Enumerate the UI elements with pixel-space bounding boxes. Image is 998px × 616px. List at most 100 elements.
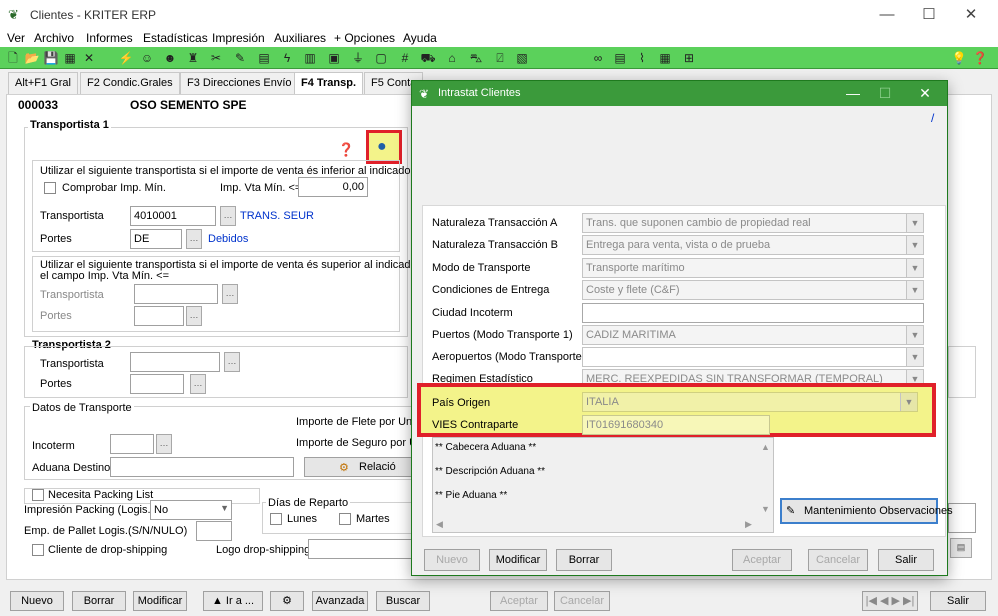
comprobar-checkbox[interactable]: [44, 182, 56, 194]
new-document-icon[interactable]: 🗋: [5, 50, 21, 66]
calculator-icon[interactable]: ▤: [256, 50, 272, 66]
menu-auxiliares[interactable]: Auxiliares: [274, 31, 326, 45]
tab-general[interactable]: Alt+F1 Gral: [8, 72, 78, 94]
lightning-icon[interactable]: ϟ: [279, 50, 295, 66]
folder-button[interactable]: ▤: [950, 538, 972, 558]
dialog-borrar-button[interactable]: Borrar: [556, 549, 612, 571]
scroll-right-icon[interactable]: ▶: [745, 519, 752, 530]
calendar-icon[interactable]: ▦: [657, 50, 673, 66]
nuevo-button[interactable]: Nuevo: [10, 591, 64, 611]
ciudad-incoterm-input[interactable]: [582, 303, 924, 323]
globe-button[interactable]: ●: [366, 130, 402, 164]
aeropuertos-select[interactable]: ▼: [582, 347, 924, 367]
t2-transportista-input[interactable]: [130, 352, 220, 372]
menu-ver[interactable]: Ver: [7, 31, 25, 45]
attach-icon[interactable]: ⍁: [492, 50, 508, 66]
document-icon[interactable]: ▢: [373, 50, 389, 66]
number-123-icon[interactable]: #: [397, 50, 413, 66]
stamp-icon[interactable]: ✎: [232, 50, 248, 66]
modificar-button[interactable]: Modificar: [133, 591, 187, 611]
imp-vta-input[interactable]: 0,00: [298, 177, 368, 197]
person-icon[interactable]: ☺: [139, 50, 155, 66]
aduana-memo[interactable]: ** Cabecera Aduana ** ** Descripción Adu…: [432, 437, 774, 533]
menu-impresion[interactable]: Impresión: [212, 31, 265, 45]
dialog-maximize-button[interactable]: ☐: [870, 83, 900, 103]
transportista-sup-input[interactable]: [134, 284, 218, 304]
cancelar-button[interactable]: Cancelar: [554, 591, 610, 611]
glasses-icon[interactable]: ∞: [590, 50, 606, 66]
dialog-aceptar-button[interactable]: Aceptar: [732, 549, 792, 571]
menu-opciones[interactable]: + Opciones: [334, 31, 395, 45]
menu-estadisticas[interactable]: Estadísticas: [143, 31, 208, 45]
scroll-down-icon[interactable]: ▼: [761, 504, 770, 514]
mantenimiento-button[interactable]: ✎ Mantenimiento Observaciones: [780, 498, 953, 524]
martes-checkbox[interactable]: [339, 513, 351, 525]
relacion-button[interactable]: ⚙ Relació: [304, 457, 412, 477]
t2-portes-input[interactable]: [130, 374, 184, 394]
briefcase-icon[interactable]: ▣: [326, 50, 342, 66]
pais-origen-select[interactable]: ITALIA ▼: [582, 392, 918, 412]
salir-button[interactable]: Salir: [930, 591, 986, 611]
help-icon[interactable]: ❓: [972, 50, 988, 66]
dialog-minimize-button[interactable]: —: [838, 83, 868, 103]
borrar-button[interactable]: Borrar: [72, 591, 126, 611]
close-button[interactable]: ✕: [956, 4, 986, 26]
dropship-checkbox[interactable]: [32, 544, 44, 556]
impresion-packing-select[interactable]: No ▼: [150, 500, 232, 520]
t2-portes-lookup-button[interactable]: …: [190, 374, 206, 394]
help-red-icon[interactable]: ❓: [338, 142, 354, 158]
house-icon[interactable]: ⌂: [444, 50, 460, 66]
menu-informes[interactable]: Informes: [86, 31, 133, 45]
dialog-nuevo-button[interactable]: Nuevo: [424, 549, 480, 571]
save-disk-icon[interactable]: 💾: [43, 50, 59, 66]
tab-transporte[interactable]: F4 Transp.: [294, 72, 364, 94]
avanzada-button[interactable]: Avanzada: [312, 591, 368, 611]
lunes-checkbox[interactable]: [270, 513, 282, 525]
report-icon[interactable]: ▧: [514, 50, 530, 66]
necesita-packing-checkbox[interactable]: [32, 489, 44, 501]
dialog-salir-button[interactable]: Salir: [878, 549, 934, 571]
tab-direcciones[interactable]: F3 Direcciones Envío: [180, 72, 299, 94]
users-icon[interactable]: ♜: [185, 50, 201, 66]
portes-lookup-button[interactable]: …: [186, 229, 202, 249]
delete-x-icon[interactable]: ✕: [81, 50, 97, 66]
record-navigator[interactable]: |◀ ◀ ▶ ▶|: [862, 591, 918, 611]
vies-input[interactable]: IT01691680340: [582, 415, 770, 435]
puertos-select[interactable]: CADIZ MARITIMA ▼: [582, 325, 924, 345]
naturaleza-a-select[interactable]: Trans. que suponen cambio de propiedad r…: [582, 213, 924, 233]
logo-dropship-input[interactable]: [308, 539, 412, 559]
menu-archivo[interactable]: Archivo: [34, 31, 74, 45]
network-icon[interactable]: ⚡: [118, 50, 134, 66]
buscar-button[interactable]: Buscar: [376, 591, 430, 611]
tools-icon[interactable]: ✂: [208, 50, 224, 66]
portes-input[interactable]: DE: [130, 229, 182, 249]
maximize-button[interactable]: ☐: [914, 4, 944, 26]
aceptar-button[interactable]: Aceptar: [490, 591, 548, 611]
transportista-sup-lookup-button[interactable]: …: [222, 284, 238, 304]
transportista-lookup-button[interactable]: …: [220, 206, 236, 226]
scroll-up-icon[interactable]: ▲: [761, 442, 770, 452]
condiciones-entrega-select[interactable]: Coste y flete (C&F) ▼: [582, 280, 924, 300]
dialog-close-button[interactable]: ✕: [910, 83, 940, 103]
plug-icon[interactable]: ⏚: [350, 50, 366, 66]
naturaleza-b-select[interactable]: Entrega para venta, vista o de prueba ▼: [582, 235, 924, 255]
t2-transportista-lookup-button[interactable]: …: [224, 352, 240, 372]
tree-icon[interactable]: ⊞: [681, 50, 697, 66]
grid-icon[interactable]: ▦: [62, 50, 78, 66]
pallet-input[interactable]: [196, 521, 232, 541]
chart-icon[interactable]: ▥: [302, 50, 318, 66]
incoterm-lookup-button[interactable]: …: [156, 434, 172, 454]
fingerprint-button[interactable]: ⚙: [270, 591, 304, 611]
modo-transporte-select[interactable]: Transporte marítimo ▼: [582, 258, 924, 278]
scroll-left-icon[interactable]: ◀: [436, 519, 443, 530]
paperclip-icon[interactable]: ⌇: [634, 50, 650, 66]
dialog-modificar-button[interactable]: Modificar: [489, 549, 547, 571]
open-folder-icon[interactable]: 📂: [24, 50, 40, 66]
tab-condiciones[interactable]: F2 Condic.Grales: [80, 72, 180, 94]
dialog-cancelar-button[interactable]: Cancelar: [808, 549, 868, 571]
ir-a-button[interactable]: ▲ Ir a ...: [203, 591, 263, 611]
transportista-input[interactable]: 4010001: [130, 206, 216, 226]
portes-sup-lookup-button[interactable]: …: [186, 306, 202, 326]
portes-sup-input[interactable]: [134, 306, 184, 326]
lightbulb-icon[interactable]: 💡: [951, 50, 967, 66]
